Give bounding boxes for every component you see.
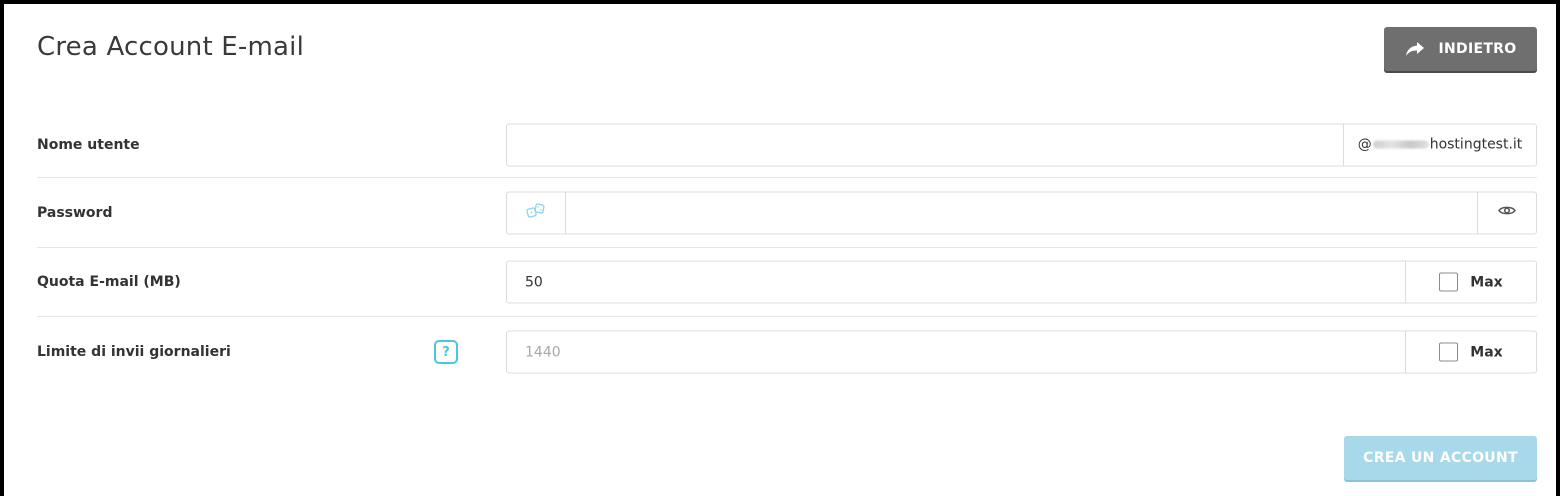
daily-limit-max-checkbox[interactable] bbox=[1439, 342, 1459, 362]
eye-icon bbox=[1498, 205, 1516, 221]
create-account-button[interactable]: CREA UN ACCOUNT bbox=[1344, 436, 1537, 480]
username-label: Nome utente bbox=[37, 136, 140, 153]
password-field-group bbox=[506, 191, 1537, 234]
username-row: Nome utente @ hostingtest.it bbox=[37, 112, 1537, 178]
daily-limit-row: Limite di invii giornalieri ? Max bbox=[37, 317, 1537, 387]
back-button-label: INDIETRO bbox=[1438, 41, 1517, 57]
password-input[interactable] bbox=[566, 192, 1477, 233]
help-icon[interactable]: ? bbox=[434, 340, 458, 364]
redacted-domain-part bbox=[1372, 140, 1429, 149]
quota-input[interactable] bbox=[507, 261, 1405, 303]
quota-max-toggle[interactable]: Max bbox=[1405, 261, 1536, 303]
password-row: Password bbox=[37, 178, 1537, 248]
password-label: Password bbox=[37, 204, 113, 221]
username-input[interactable] bbox=[507, 124, 1343, 165]
generate-password-button[interactable] bbox=[507, 192, 566, 233]
username-field-group: @ hostingtest.it bbox=[506, 123, 1537, 166]
toggle-password-visibility[interactable] bbox=[1477, 192, 1536, 233]
domain-at-sign: @ bbox=[1357, 136, 1372, 153]
share-arrow-icon bbox=[1405, 41, 1425, 57]
daily-limit-label: Limite di invii giornalieri bbox=[37, 344, 231, 360]
quota-field-group: Max bbox=[506, 260, 1537, 304]
quota-max-checkbox[interactable] bbox=[1439, 272, 1459, 292]
dice-icon bbox=[526, 202, 546, 224]
quota-label: Quota E-mail (MB) bbox=[37, 274, 181, 290]
daily-limit-max-label: Max bbox=[1470, 344, 1503, 360]
domain-suffix: hostingtest.it bbox=[1429, 136, 1523, 153]
quota-max-label: Max bbox=[1470, 274, 1503, 290]
daily-limit-field-group: Max bbox=[506, 330, 1537, 374]
daily-limit-input[interactable] bbox=[507, 331, 1405, 373]
page-title: Crea Account E-mail bbox=[37, 32, 305, 62]
quota-row: Quota E-mail (MB) Max bbox=[37, 248, 1537, 317]
daily-limit-max-toggle[interactable]: Max bbox=[1405, 331, 1536, 373]
domain-addon: @ hostingtest.it bbox=[1343, 124, 1536, 165]
create-email-account-panel: Crea Account E-mail INDIETRO Nome utente… bbox=[4, 4, 1556, 496]
back-button[interactable]: INDIETRO bbox=[1384, 27, 1537, 71]
